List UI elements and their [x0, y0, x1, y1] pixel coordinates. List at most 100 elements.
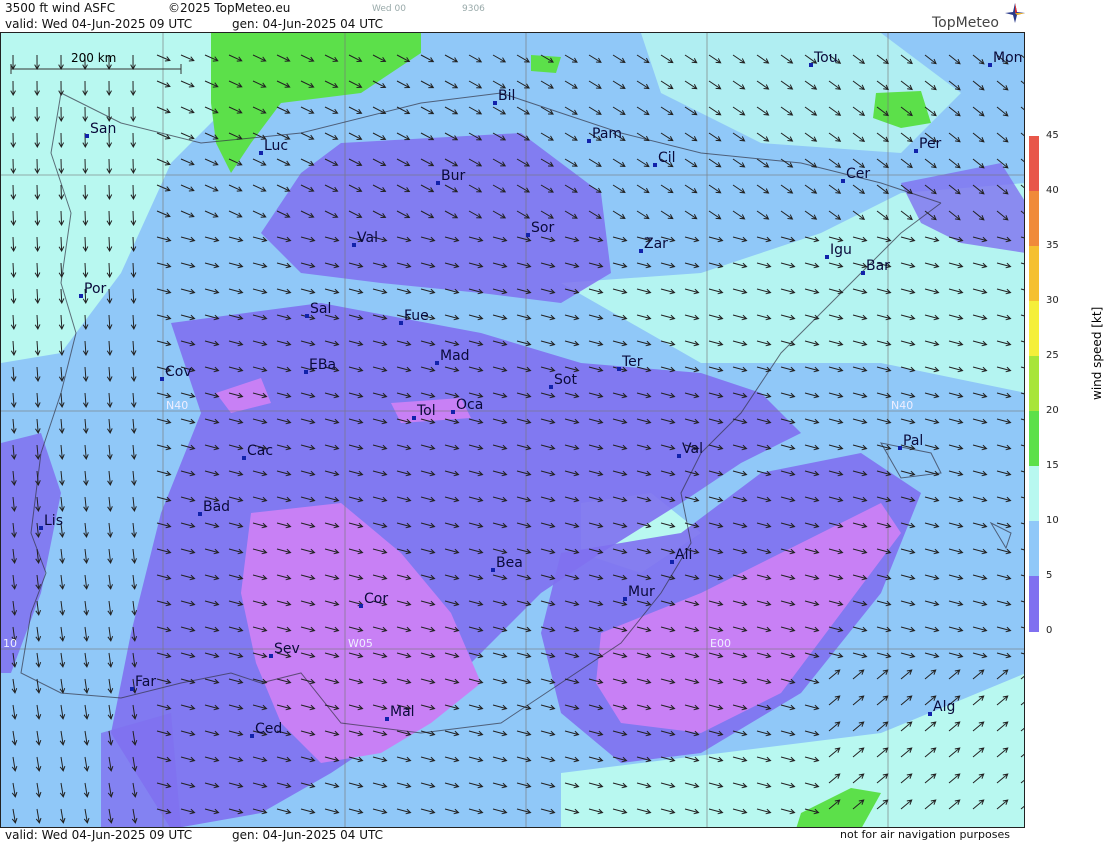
city-label: Bar — [866, 258, 890, 274]
city-label: Alg — [933, 699, 956, 715]
scale-label: 200 km — [71, 51, 117, 65]
grid-label-e00: E00 — [710, 637, 731, 650]
city-label: Sot — [554, 372, 577, 388]
colorbar-segment — [1029, 466, 1039, 522]
city-label: Por — [84, 281, 107, 297]
city-marker — [988, 63, 992, 67]
city-marker — [435, 361, 439, 365]
city-marker — [160, 377, 164, 381]
city-label: Lis — [44, 513, 63, 529]
colorbar-tick-label: 15 — [1046, 460, 1059, 471]
city-label: Mur — [628, 584, 655, 600]
city-marker — [841, 179, 845, 183]
wind-speed-colorbar — [1029, 136, 1039, 632]
city-marker — [79, 294, 83, 298]
product-title: 3500 ft wind ASFC — [5, 1, 116, 15]
city-marker — [493, 101, 497, 105]
city-marker — [491, 568, 495, 572]
city-marker — [670, 560, 674, 564]
footer-valid-time: valid: Wed 04-Jun-2025 09 UTC — [5, 828, 193, 842]
city-label: Mad — [440, 348, 470, 364]
city-marker — [526, 233, 530, 237]
city-marker — [451, 410, 455, 414]
city-marker — [242, 456, 246, 460]
colorbar-segment — [1029, 301, 1039, 357]
colorbar-segment — [1029, 246, 1039, 302]
colorbar-tick-label: 30 — [1046, 295, 1059, 306]
city-marker — [305, 314, 309, 318]
grid-label-n40-left: N40 — [166, 399, 189, 412]
colorbar-tick-label: 10 — [1046, 515, 1059, 526]
city-marker — [914, 149, 918, 153]
city-label: Cer — [846, 166, 871, 182]
colorbar-segment — [1029, 576, 1039, 632]
city-label: Val — [682, 441, 703, 457]
city-label: Sal — [310, 301, 332, 317]
city-label: Bur — [441, 168, 466, 184]
city-label: Pal — [903, 433, 924, 449]
city-label: Sev — [274, 641, 300, 657]
city-label: Cor — [364, 591, 389, 607]
footer-generated-time: gen: 04-Jun-2025 04 UTC — [232, 828, 384, 842]
colorbar-tick-label: 5 — [1046, 570, 1053, 581]
city-marker — [639, 249, 643, 253]
city-label: Igu — [830, 242, 852, 258]
city-marker — [259, 151, 263, 155]
city-marker — [898, 446, 902, 450]
city-marker — [39, 526, 43, 530]
colorbar-tick-label: 40 — [1046, 185, 1059, 196]
city-marker — [399, 321, 403, 325]
city-label: Oca — [456, 397, 484, 413]
city-label: Fue — [404, 308, 429, 324]
city-marker — [549, 385, 553, 389]
generated-time: gen: 04-Jun-2025 04 UTC — [232, 17, 384, 31]
city-marker — [825, 255, 829, 259]
city-label: Val — [357, 230, 378, 246]
city-label: Bil — [498, 88, 516, 104]
city-marker — [352, 243, 356, 247]
city-label: Zar — [644, 236, 668, 252]
colorbar-tick-label: 25 — [1046, 350, 1059, 361]
city-marker — [653, 163, 657, 167]
city-marker — [198, 512, 202, 516]
city-marker — [130, 687, 134, 691]
grid-label-n40-right: N40 — [891, 399, 914, 412]
city-label: Cov — [165, 364, 192, 380]
colorbar-tick-label: 0 — [1046, 625, 1053, 636]
city-marker — [587, 139, 591, 143]
city-label: Sor — [531, 220, 555, 236]
city-label: EBa — [309, 357, 337, 373]
city-label: Luc — [264, 138, 289, 154]
city-label: Bad — [203, 499, 231, 515]
copyright-text: ©2025 TopMeteo.eu — [168, 1, 291, 15]
colorbar-segment — [1029, 411, 1039, 467]
colorbar-tick-label: 35 — [1046, 240, 1059, 251]
wind-map[interactable]: 200 km N40 N40 W05 E00 10 San Luc Bil Pam Ci… — [0, 32, 1025, 828]
city-marker — [359, 604, 363, 608]
city-marker — [928, 712, 932, 716]
city-marker — [85, 134, 89, 138]
topmeteo-logo: TopMeteo — [932, 15, 999, 31]
compass-logo-icon — [1005, 3, 1025, 23]
grid-label-w10: 10 — [3, 637, 17, 650]
run-label: Wed 00 — [372, 4, 406, 14]
colorbar-tick-label: 45 — [1046, 130, 1059, 141]
city-label: Pam — [592, 126, 623, 142]
city-label: Bea — [496, 555, 523, 571]
city-marker — [250, 734, 254, 738]
city-label: Mon — [993, 50, 1023, 66]
grid-label-w05: W05 — [348, 637, 373, 650]
city-label: Cil — [658, 150, 676, 166]
colorbar-segment — [1029, 356, 1039, 412]
colorbar-segment — [1029, 521, 1039, 577]
city-label: Mal — [390, 704, 415, 720]
city-marker — [809, 63, 813, 67]
city-marker — [436, 181, 440, 185]
colorbar-tick-label: 20 — [1046, 405, 1059, 416]
city-marker — [677, 454, 681, 458]
city-marker — [385, 717, 389, 721]
wind-field — [1, 33, 1024, 827]
city-label: Per — [919, 136, 942, 152]
city-marker — [412, 416, 416, 420]
city-label: Cac — [247, 443, 274, 459]
